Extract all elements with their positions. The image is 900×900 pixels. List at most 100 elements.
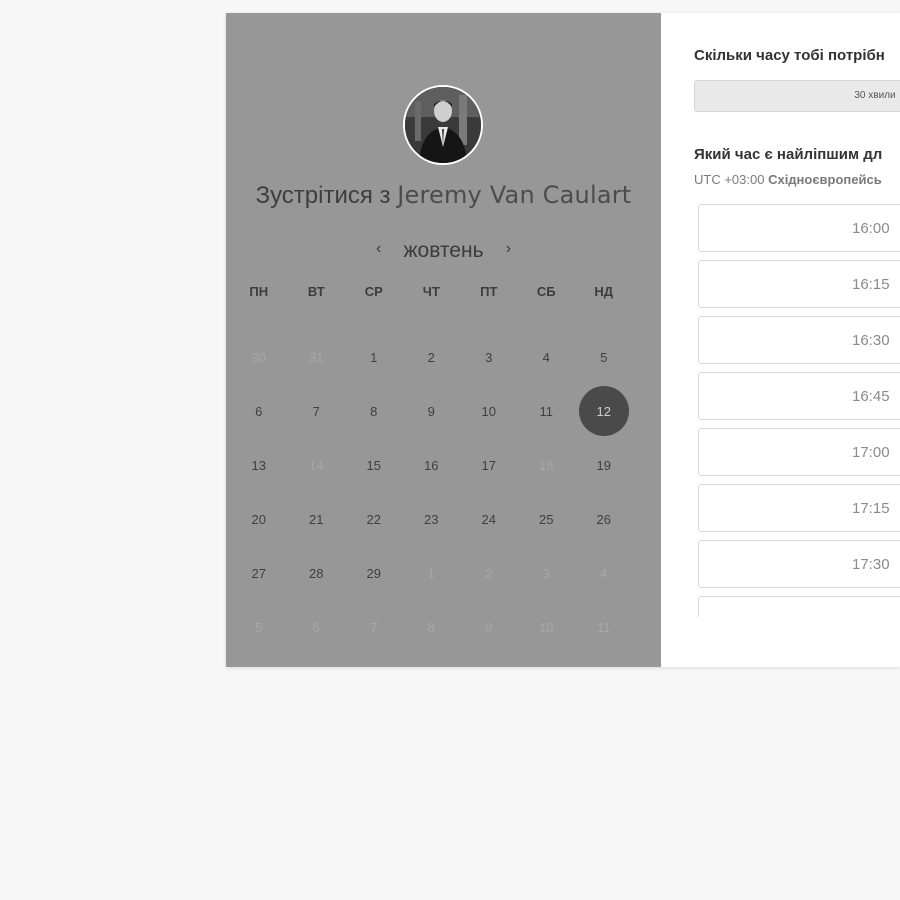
- calendar-day: 4: [575, 548, 633, 598]
- calendar-day-number: 1: [427, 565, 435, 581]
- timezone-offset: UTC +03:00: [694, 172, 765, 187]
- calendar-day[interactable]: 10: [460, 386, 518, 436]
- time-slot-label: 17:30: [852, 555, 890, 573]
- time-slot-button[interactable]: [698, 596, 900, 617]
- month-navigation: ‹ жовтень ›: [226, 239, 661, 263]
- time-slot-label: 16:45: [852, 387, 890, 405]
- calendar-day[interactable]: 17: [460, 440, 518, 490]
- calendar-day[interactable]: 7: [288, 386, 346, 436]
- time-slot-button[interactable]: 16:00: [698, 204, 900, 252]
- calendar-day-number: 4: [600, 565, 608, 581]
- calendar-day[interactable]: 6: [230, 386, 288, 436]
- calendar-day-number: 23: [424, 511, 439, 527]
- time-slot-button[interactable]: 16:30: [698, 316, 900, 364]
- calendar-day: 9: [460, 602, 518, 652]
- calendar-day[interactable]: 20: [230, 494, 288, 544]
- calendar-day[interactable]: 24: [460, 494, 518, 544]
- calendar-day-number: 12: [578, 386, 629, 436]
- calendar-day-number: 11: [597, 619, 611, 635]
- calendar-day[interactable]: 27: [230, 548, 288, 598]
- calendar-day: 18: [518, 440, 576, 490]
- calendar-day-number: 30: [251, 349, 266, 365]
- calendar-day-number: 27: [251, 565, 266, 581]
- calendar-week-row: 30 31 1 2 3 4 5: [230, 330, 661, 384]
- calendar-day[interactable]: 16: [403, 440, 461, 490]
- calendar-week-row: 20 21 22 23 24 25 26: [230, 492, 661, 546]
- meeting-title: Зустрітися з Jeremy Van Caulart: [226, 181, 661, 210]
- weekday-label: ЧТ: [422, 284, 440, 299]
- calendar-day[interactable]: 22: [345, 494, 403, 544]
- time-slot-label: 16:00: [852, 219, 890, 237]
- calendar-day[interactable]: 13: [230, 440, 288, 490]
- calendar-day-number: 9: [427, 403, 435, 419]
- weekday-header: ПН ВТ СР ЧТ ПТ СБ НД: [230, 284, 661, 304]
- calendar-day[interactable]: 19: [575, 440, 633, 490]
- calendar-day-selected[interactable]: 12: [575, 386, 633, 436]
- calendar-day[interactable]: 9: [403, 386, 461, 436]
- time-slot-label: 17:15: [852, 499, 890, 517]
- calendar-day: 14: [288, 440, 346, 490]
- calendar-day[interactable]: 2: [403, 332, 461, 382]
- calendar-day-number: 7: [370, 619, 378, 635]
- chevron-right-icon[interactable]: ›: [497, 240, 519, 258]
- calendar-day-number: 24: [481, 511, 496, 527]
- time-question: Який час є найліпшим дл: [694, 146, 883, 163]
- duration-selector[interactable]: 30 хвили: [694, 80, 900, 112]
- weekday-label: ВТ: [307, 284, 325, 299]
- calendar-day-number: 25: [539, 511, 554, 527]
- calendar-day-number: 5: [600, 349, 608, 365]
- calendar-day[interactable]: 5: [575, 332, 633, 382]
- time-slot-label: 17:00: [852, 443, 890, 461]
- month-label: жовтень: [403, 239, 484, 262]
- host-avatar: [403, 85, 483, 165]
- calendar-day-number: 14: [309, 457, 324, 473]
- time-slot-button[interactable]: 17:30: [698, 540, 900, 588]
- calendar-day: 2: [460, 548, 518, 598]
- calendar-panel: Зустрітися з Jeremy Van Caulart ‹ жовтен…: [226, 13, 661, 667]
- calendar-day[interactable]: 25: [518, 494, 576, 544]
- calendar-day-number: 10: [539, 619, 554, 635]
- calendar-day[interactable]: 21: [288, 494, 346, 544]
- calendar-day-number: 20: [251, 511, 266, 527]
- time-slot-button[interactable]: 16:45: [698, 372, 900, 420]
- time-slot-list: 16:00 16:15 16:30 16:45 17:00 17:15 17:30: [698, 204, 900, 617]
- timezone-label[interactable]: UTC +03:00 Східноєвропейсь: [694, 172, 882, 187]
- calendar-day[interactable]: 4: [518, 332, 576, 382]
- calendar-day: 7: [345, 602, 403, 652]
- calendar-day: 31: [288, 332, 346, 382]
- calendar-day-number: 2: [485, 565, 493, 581]
- calendar-day-number: 6: [312, 619, 320, 635]
- calendar-day-number: 13: [251, 457, 266, 473]
- calendar-day-number: 6: [255, 403, 263, 419]
- calendar-day-number: 7: [312, 403, 320, 419]
- weekday-label: НД: [594, 284, 614, 299]
- calendar-day[interactable]: 23: [403, 494, 461, 544]
- calendar-day: 10: [518, 602, 576, 652]
- time-slot-button[interactable]: 17:00: [698, 428, 900, 476]
- booking-card: Зустрітися з Jeremy Van Caulart ‹ жовтен…: [226, 13, 900, 667]
- host-name: Jeremy Van Caulart: [397, 181, 632, 209]
- calendar-day[interactable]: 29: [345, 548, 403, 598]
- time-slot-button[interactable]: 17:15: [698, 484, 900, 532]
- calendar-week-row: 13 14 15 16 17 18 19: [230, 438, 661, 492]
- calendar-day[interactable]: 28: [288, 548, 346, 598]
- time-slot-label: 16:15: [852, 275, 890, 293]
- calendar-day-number: 1: [370, 349, 378, 365]
- calendar-day-number: 4: [542, 349, 550, 365]
- calendar-day-number: 21: [309, 511, 324, 527]
- calendar-day-number: 2: [427, 349, 435, 365]
- time-slot-label: 16:30: [852, 331, 890, 349]
- calendar-day-number: 3: [542, 565, 550, 581]
- calendar-day[interactable]: 3: [460, 332, 518, 382]
- calendar-day[interactable]: 15: [345, 440, 403, 490]
- calendar-day[interactable]: 11: [518, 386, 576, 436]
- chevron-left-icon[interactable]: ‹: [368, 240, 390, 258]
- calendar-day[interactable]: 8: [345, 386, 403, 436]
- calendar-day[interactable]: 26: [575, 494, 633, 544]
- calendar-day-number: 10: [481, 403, 496, 419]
- calendar-days: 30 31 1 2 3 4 5 6 7 8 9 10 11 12 13 14 15 16 17 18 19 20 21 22 2…: [230, 330, 661, 654]
- time-slot-button[interactable]: 16:15: [698, 260, 900, 308]
- avatar-photo: [405, 87, 481, 163]
- calendar-day-number: 22: [366, 511, 381, 527]
- calendar-day[interactable]: 1: [345, 332, 403, 382]
